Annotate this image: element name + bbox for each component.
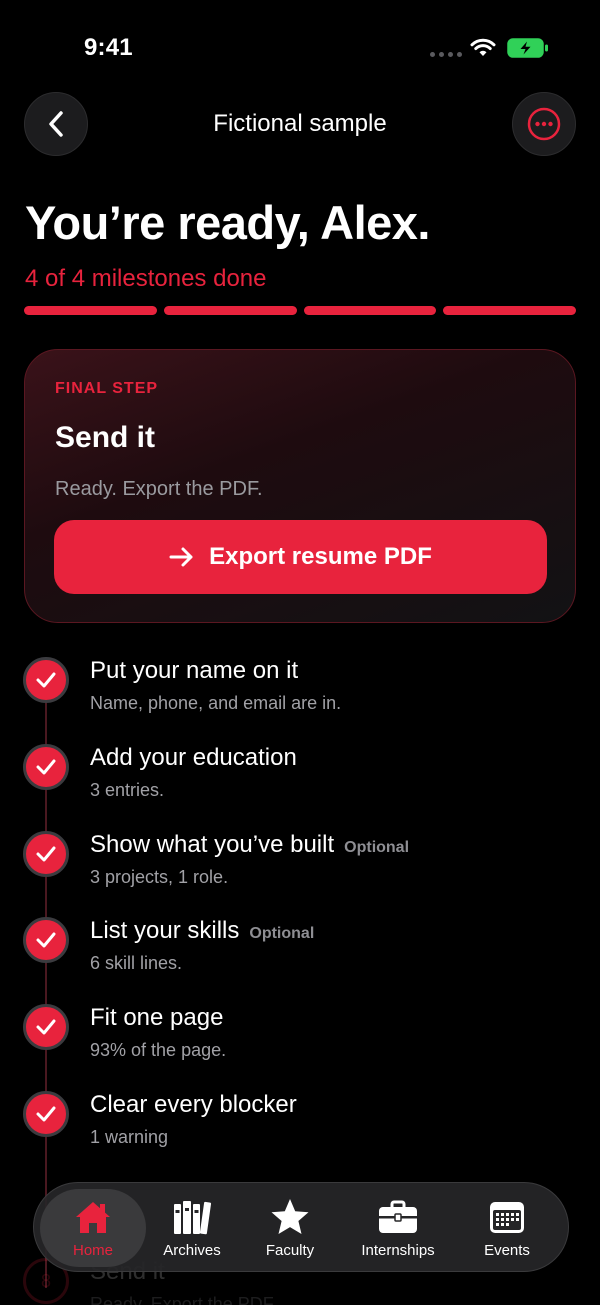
checklist-item-description: 6 skill lines. xyxy=(90,953,183,973)
checklist-item-title: List your skills xyxy=(90,917,240,944)
checklist-item[interactable]: Put your name on it Name, phone, and ema… xyxy=(0,657,600,737)
battery-icon xyxy=(507,38,548,58)
checklist-item-title: Add your education xyxy=(90,744,297,771)
checklist-item[interactable]: Clear every blocker 1 warning xyxy=(0,1091,600,1171)
briefcase-icon xyxy=(376,1198,420,1236)
cellular-signal-icon xyxy=(430,52,462,57)
status-time: 9:41 xyxy=(84,34,133,61)
tab-label: Faculty xyxy=(265,1241,315,1259)
checkmark-icon xyxy=(23,744,69,790)
nav-title: Fictional sample xyxy=(213,110,387,137)
checklist-item[interactable]: Fit one page 93% of the page. xyxy=(0,1004,600,1084)
progress-segment xyxy=(24,306,157,315)
export-resume-button[interactable]: Export resume PDF xyxy=(54,520,547,594)
tab-label: Archives xyxy=(163,1241,221,1259)
navigation-bar: Fictional sample xyxy=(0,92,600,160)
page-title: You’re ready, Alex. xyxy=(25,196,430,249)
tab-archives[interactable]: Archives xyxy=(146,1189,238,1267)
final-step-card: FINAL STEP Send it Ready. Export the PDF… xyxy=(24,349,576,623)
tab-events[interactable]: Events xyxy=(462,1189,552,1267)
checkmark-icon xyxy=(23,1004,69,1050)
progress-segment xyxy=(303,306,437,315)
optional-tag: Optional xyxy=(344,839,410,856)
checkmark-icon xyxy=(23,1091,69,1137)
final-step-kicker: FINAL STEP xyxy=(55,380,159,397)
export-button-label: Export resume PDF xyxy=(209,543,432,570)
house-icon xyxy=(71,1198,115,1236)
ellipsis-circle-icon xyxy=(527,107,561,141)
checklist-item-title: Show what you’ve built xyxy=(90,831,335,858)
checkmark-icon xyxy=(23,657,69,703)
checklist-item-description: 93% of the page. xyxy=(90,1040,227,1060)
checklist-item[interactable]: Show what you’ve built Optional 3 projec… xyxy=(0,831,600,911)
optional-tag: Optional xyxy=(249,925,315,942)
tab-label: Internships xyxy=(361,1241,435,1259)
arrow-right-icon xyxy=(169,547,193,567)
tab-internships[interactable]: Internships xyxy=(346,1189,450,1267)
tab-home[interactable]: Home xyxy=(40,1189,146,1267)
wifi-icon xyxy=(470,38,496,56)
final-step-description: Ready. Export the PDF. xyxy=(55,478,263,500)
checklist-item-description: 3 projects, 1 role. xyxy=(90,867,229,887)
final-step-title: Send it xyxy=(55,421,156,454)
checkmark-icon xyxy=(23,917,69,963)
star-icon xyxy=(268,1198,312,1236)
more-options-button[interactable] xyxy=(512,92,576,156)
books-icon xyxy=(170,1198,214,1236)
progress-segment xyxy=(163,306,297,315)
checklist-item-description: 3 entries. xyxy=(90,780,165,800)
checklist-item-description: Ready. Export the PDF. xyxy=(90,1294,277,1305)
milestone-progress-bar xyxy=(24,306,576,315)
checklist-item-title: Put your name on it xyxy=(90,657,299,684)
tab-label: Events xyxy=(484,1241,530,1259)
checkmark-icon xyxy=(23,831,69,877)
checklist-item-title: Clear every blocker xyxy=(90,1091,297,1118)
calendar-icon xyxy=(485,1198,529,1236)
tab-faculty[interactable]: Faculty xyxy=(242,1189,338,1267)
status-bar: 9:41 xyxy=(0,0,600,90)
checklist-item[interactable]: Add your education 3 entries. xyxy=(0,744,600,824)
tab-bar: Home Archives Faculty Internships Events xyxy=(33,1182,569,1272)
checklist-item[interactable]: List your skills Optional 6 skill lines. xyxy=(0,917,600,997)
tab-label: Home xyxy=(72,1241,113,1259)
checklist-item-description: 1 warning xyxy=(90,1127,169,1147)
checklist-item-title: Fit one page xyxy=(90,1004,224,1031)
checklist-item-description: Name, phone, and email are in. xyxy=(90,693,342,713)
progress-segment xyxy=(443,306,576,315)
milestone-count: 4 of 4 milestones done xyxy=(25,265,267,292)
